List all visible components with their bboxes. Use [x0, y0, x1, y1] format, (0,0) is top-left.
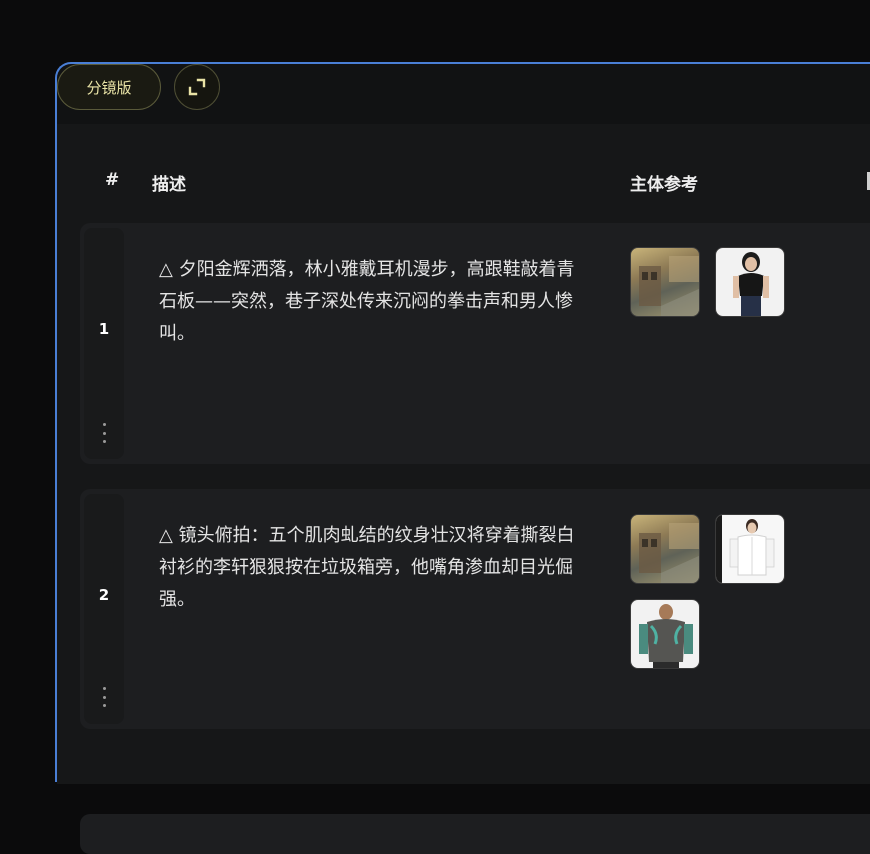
woman-black-outfit-thumbnail[interactable]: [715, 247, 785, 317]
tattooed-man-thumbnail[interactable]: [630, 599, 700, 669]
row-description[interactable]: △ 镜头俯拍：五个肌肉虬结的纹身壮汉将穿着撕裂白衬衫的李轩狠狠按在垃圾箱旁，他嘴…: [159, 520, 579, 616]
header-subject-reference: 主体参考: [630, 175, 698, 195]
table-row: 1 △ 夕阳金辉洒落，林小雅戴耳机漫步，高跟鞋敲着青石板——突然，巷子深处传来沉…: [80, 223, 870, 464]
table-row: [80, 814, 870, 854]
storyboard-panel: 分镜版 # 描述 主体参考 1 △ 夕阳金辉洒落，林小雅戴耳机漫步，高跟鞋敲着青…: [55, 62, 870, 854]
storyboard-table: # 描述 主体参考 1 △ 夕阳金辉洒落，林小雅戴耳机漫步，高跟鞋敲着青石板——…: [57, 124, 870, 854]
alley-scene-thumbnail[interactable]: [630, 514, 700, 584]
expand-icon: [188, 78, 206, 96]
row-number: 2: [98, 586, 110, 604]
header-description: 描述: [152, 175, 186, 195]
panel-toolbar: 分镜版: [57, 64, 870, 122]
row-number-cell: 1: [84, 228, 124, 459]
row-description[interactable]: △ 夕阳金辉洒落，林小雅戴耳机漫步，高跟鞋敲着青石板——突然，巷子深处传来沉闷的…: [159, 254, 579, 350]
table-header: # 描述 主体参考: [57, 124, 870, 220]
expand-button[interactable]: [174, 64, 220, 110]
storyboard-tab-button[interactable]: 分镜版: [57, 64, 161, 110]
alley-scene-thumbnail[interactable]: [630, 247, 700, 317]
storyboard-tab-label: 分镜版: [86, 78, 132, 97]
header-number: #: [105, 170, 120, 190]
table-row: 2 △ 镜头俯拍：五个肌肉虬结的纹身壮汉将穿着撕裂白衬衫的李轩狠狠按在垃圾箱旁，…: [80, 489, 870, 729]
man-white-shirt-thumbnail[interactable]: [715, 514, 785, 584]
row-number-cell: 2: [84, 494, 124, 724]
row-menu-icon[interactable]: [98, 687, 110, 707]
row-menu-icon[interactable]: [98, 423, 110, 443]
row-number: 1: [98, 320, 110, 338]
